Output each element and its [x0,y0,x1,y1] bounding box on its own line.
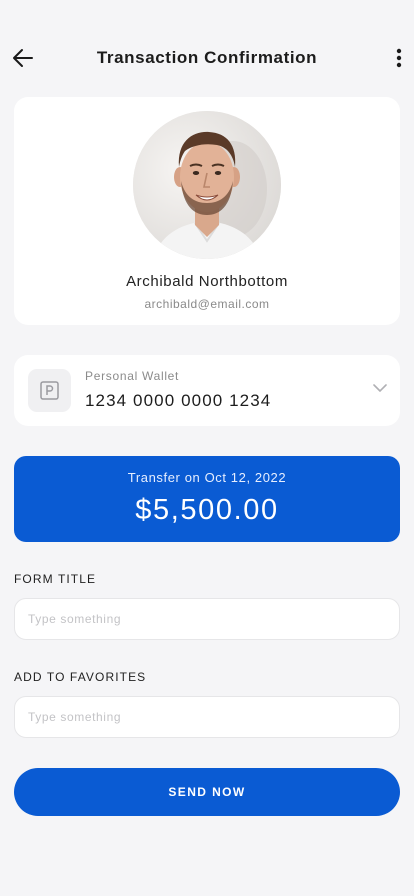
page-title: Transaction Confirmation [96,48,318,67]
wallet-icon [40,381,59,400]
form-title-label: FORM TITLE [14,572,97,586]
recipient-photo [133,111,281,259]
more-vertical-icon[interactable] [392,44,406,72]
avatar [133,111,281,259]
favorites-label: ADD TO FAVORITES [14,670,147,684]
transaction-confirmation-screen: Transaction Confirmation Archibald North… [0,0,414,896]
send-now-button[interactable]: SEND NOW [14,768,400,816]
transfer-date: Transfer on Oct 12, 2022 [127,470,287,485]
chevron-down-icon[interactable] [372,383,388,393]
favorites-input[interactable] [14,696,400,738]
wallet-number: 1234 0000 0000 1234 [85,391,272,410]
wallet-label: Personal Wallet [85,369,180,383]
wallet-icon-container [28,369,71,412]
recipient-name: Archibald Northbottom [126,273,288,290]
wallet-selector[interactable]: Personal Wallet 1234 0000 0000 1234 [14,355,400,426]
transfer-summary: Transfer on Oct 12, 2022 $5,500.00 [14,456,400,542]
recipient-card: Archibald Northbottom archibald@email.co… [14,97,400,325]
recipient-email: archibald@email.com [144,297,270,311]
transfer-amount: $5,500.00 [135,494,279,526]
header: Transaction Confirmation [0,36,414,80]
form-title-input[interactable] [14,598,400,640]
